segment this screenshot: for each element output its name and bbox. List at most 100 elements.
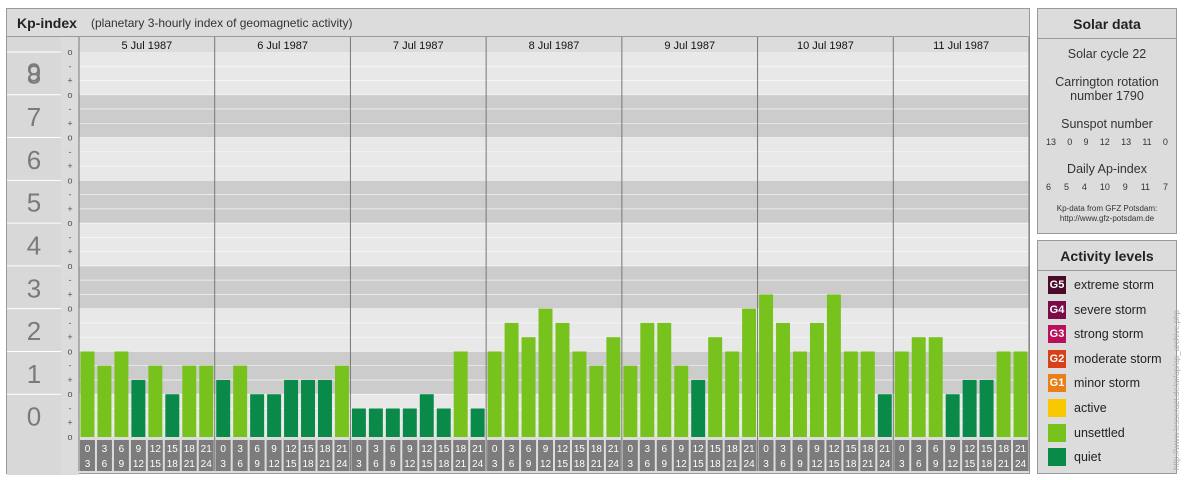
interval-end-label: 3 [628, 459, 634, 470]
interval-end-label: 18 [438, 459, 450, 470]
kp-bar [776, 322, 790, 437]
y-tick-label: 3 [27, 273, 41, 303]
ap-value: 9 [1122, 182, 1128, 192]
interval-end-label: 3 [85, 459, 91, 470]
activity-level-item: G2 moderate storm [1048, 349, 1162, 369]
y-tick-label: 7 [27, 102, 41, 132]
kp-bar [318, 379, 332, 437]
interval-start-label: 0 [628, 444, 634, 455]
interval-start-label: 9 [407, 444, 413, 455]
minor-tick-label: - [69, 275, 72, 285]
activity-level-swatch: G3 [1048, 325, 1066, 344]
kp-bar [962, 379, 977, 437]
interval-start-label: 18 [862, 444, 874, 455]
interval-end-label: 24 [336, 459, 348, 470]
interval-start-label: 21 [879, 444, 891, 455]
activity-level-item: G3 strong storm [1048, 324, 1143, 344]
interval-end-label: 3 [899, 459, 905, 470]
activity-level-label: unsettled [1074, 425, 1125, 440]
minor-tick-label: - [69, 61, 72, 71]
kp-bar [402, 408, 417, 437]
day-label: 9 Jul 1987 [664, 40, 715, 52]
kp-bar [742, 308, 757, 437]
interval-end-label: 9 [119, 459, 125, 470]
interval-end-label: 9 [526, 459, 532, 470]
activity-level-label: minor storm [1074, 376, 1140, 391]
interval-end-label: 24 [879, 459, 891, 470]
interval-end-label: 12 [811, 459, 823, 470]
interval-start-label: 18 [727, 444, 739, 455]
interval-end-label: 21 [455, 459, 467, 470]
interval-end-label: 12 [947, 459, 959, 470]
minor-tick-label: - [69, 104, 72, 114]
kp-bar [351, 408, 366, 437]
activity-level-swatch: G4 [1048, 300, 1066, 319]
interval-start-label: 9 [543, 444, 549, 455]
interval-end-label: 6 [916, 459, 922, 470]
kp-bar [606, 337, 621, 437]
interval-start-label: 3 [780, 444, 786, 455]
chart-subtitle: (planetary 3-hourly index of geomagnetic… [91, 16, 353, 30]
y-tick-label: 5 [27, 188, 41, 218]
interval-start-label: 9 [271, 444, 277, 455]
interval-start-label: 21 [608, 444, 620, 455]
kp-bar [826, 294, 841, 437]
kp-bar [793, 351, 807, 437]
kp-bar [148, 365, 163, 437]
chart-title-bar: Kp-index (planetary 3-hourly index of ge… [7, 9, 1029, 37]
kp-bar [979, 379, 994, 437]
activity-level-item: quiet [1048, 447, 1101, 467]
kp-bar [691, 379, 706, 437]
kp-bar [674, 365, 689, 437]
interval-end-label: 6 [509, 459, 515, 470]
sunspot-values: 13 0 9 12 13 11 0 [1046, 137, 1168, 147]
interval-end-label: 6 [780, 459, 786, 470]
kp-bar [199, 365, 214, 437]
interval-end-label: 6 [237, 459, 243, 470]
minor-tick-label: o [67, 304, 72, 314]
activity-level-label: quiet [1074, 450, 1102, 465]
kp-bar [945, 394, 960, 437]
interval-start-label: 15 [710, 444, 722, 455]
minor-tick-label: + [67, 289, 72, 299]
interval-start-label: 0 [899, 444, 905, 455]
kp-bar [759, 294, 774, 437]
interval-end-label: 21 [998, 459, 1010, 470]
kp-bar [928, 337, 943, 437]
interval-end-label: 3 [763, 459, 769, 470]
interval-end-label: 18 [710, 459, 722, 470]
minor-tick-label: + [67, 204, 72, 214]
interval-end-label: 21 [184, 459, 196, 470]
day-label: 10 Jul 1987 [797, 40, 854, 52]
carrington-rotation-line1: Carrington rotation [1055, 75, 1159, 89]
kp-bar [521, 337, 536, 437]
interval-end-label: 12 [404, 459, 416, 470]
ap-index-label: Daily Ap-index [1067, 162, 1147, 176]
source-link[interactable]: http://www.gfz-potsdam.de [1038, 214, 1176, 223]
minor-tick-label: o [67, 47, 72, 57]
activity-level-swatch [1048, 448, 1066, 467]
kp-bar [453, 351, 468, 437]
interval-start-label: 21 [201, 444, 213, 455]
sunspot-value: 9 [1083, 137, 1089, 147]
watermark: http://www.tesseract.de/ar/ap/ap_archive… [1172, 309, 1181, 470]
minor-tick-label: o [67, 90, 72, 100]
minor-tick-label: o [67, 432, 72, 442]
minor-tick-label: - [69, 232, 72, 242]
minor-tick-label: + [67, 76, 72, 86]
minor-tick-label: + [67, 375, 72, 385]
kp-index-panel: 0 1 2 3 4 5 6 7 8 9 o + - o + - o + - o + - o + - o + - o + - o + - o + - o 5 … [6, 8, 1030, 475]
kp-bar [165, 394, 180, 437]
interval-end-label: 21 [591, 459, 603, 470]
interval-start-label: 12 [828, 444, 840, 455]
y-tick-label: 2 [27, 316, 41, 346]
interval-start-label: 21 [1015, 444, 1027, 455]
interval-start-label: 21 [336, 444, 348, 455]
interval-end-label: 12 [269, 459, 281, 470]
interval-start-label: 6 [119, 444, 125, 455]
interval-end-label: 24 [1015, 459, 1027, 470]
activity-levels-title: Activity levels [1038, 241, 1176, 271]
kp-bar [436, 408, 451, 437]
ap-value: 6 [1046, 182, 1052, 192]
kp-bar [182, 365, 197, 437]
